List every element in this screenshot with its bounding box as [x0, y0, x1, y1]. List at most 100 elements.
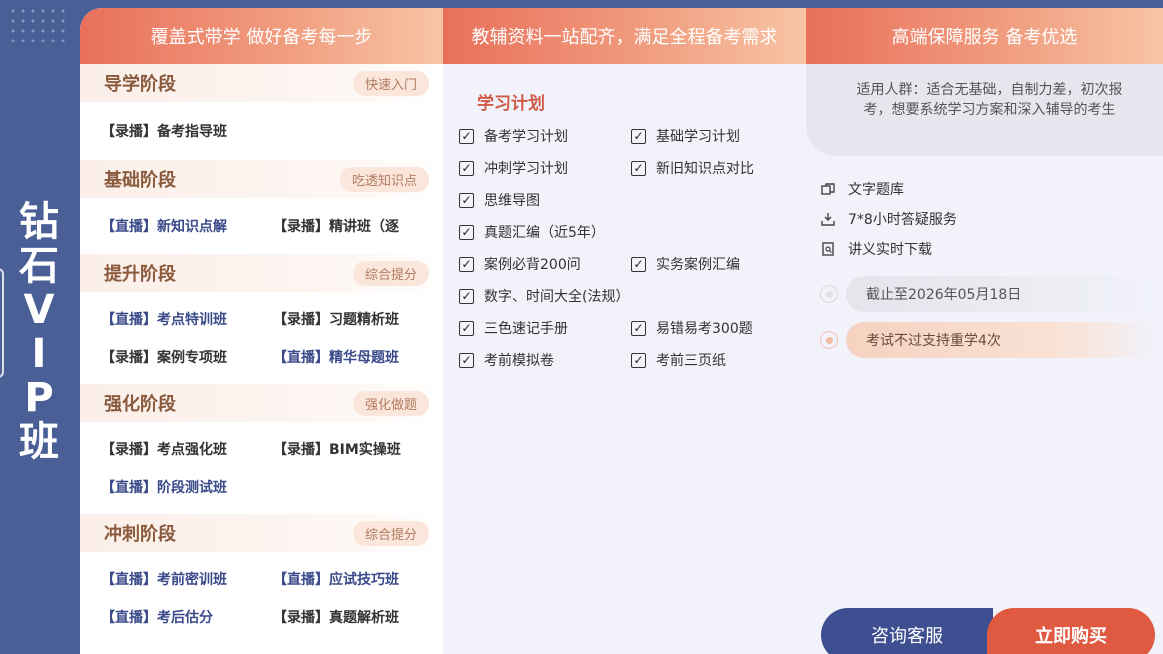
- checkbox-checked-icon: ✓: [459, 128, 474, 144]
- plan-item-empty: [631, 280, 803, 312]
- package-title-char: 钻: [19, 199, 59, 245]
- checkbox-checked-icon: ✓: [631, 256, 646, 272]
- plan-item-label: 三色速记手册: [484, 321, 568, 337]
- stage-name: 冲刺阶段: [104, 524, 176, 545]
- service-item: 文字题库: [820, 174, 957, 204]
- plan-item-empty: [631, 184, 803, 216]
- course-item[interactable]: 【直播】阶段测试班: [101, 468, 273, 506]
- plan-list: ✓ 备考学习计划 ✓ 基础学习计划 ✓ 冲刺学习计划 ✓ 新旧知识点对比 ✓ 思维导图 ✓…: [459, 120, 803, 376]
- stage-sprint: 冲刺阶段 综合提分 【直播】考前密训班 【直播】应试技巧班 【直播】考后估分 【…: [80, 514, 443, 636]
- course-item[interactable]: 【录播】备考指导班: [101, 112, 273, 150]
- course-item[interactable]: 【录播】考点强化班: [101, 430, 273, 468]
- plan-item: ✓ 易错易考300题: [631, 312, 803, 344]
- checkbox-checked-icon: ✓: [459, 352, 474, 368]
- service-item: 7*8小时答疑服务: [820, 204, 957, 234]
- radio-icon: [820, 331, 838, 349]
- guarantee-row: 考试不过支持重学4次: [820, 322, 1156, 358]
- package-title-char: I: [31, 331, 47, 377]
- course-item[interactable]: 【直播】精华母题班: [273, 338, 433, 376]
- plan-item: ✓ 数字、时间大全(法规）: [459, 280, 631, 312]
- plan-item-label: 考前三页纸: [656, 353, 726, 369]
- checkbox-checked-icon: ✓: [631, 128, 646, 144]
- services-column: 适用人群：适合无基础，自制力差，初次报考，想要系统学习方案和深入辅导的考生 文字…: [806, 64, 1163, 654]
- stage-name: 强化阶段: [104, 394, 176, 415]
- course-item[interactable]: 【直播】考前密训班: [101, 560, 273, 598]
- column-header-courses: 覆盖式带学 做好备考每一步: [80, 8, 443, 64]
- checkbox-checked-icon: ✓: [459, 224, 474, 240]
- plan-item: ✓ 三色速记手册: [459, 312, 631, 344]
- buy-now-button[interactable]: 立即购买: [987, 608, 1155, 654]
- package-title: 钻 石 V I P 班: [0, 200, 78, 464]
- package-title-char: 石: [19, 243, 59, 289]
- plan-item-label: 新旧知识点对比: [656, 161, 754, 177]
- checkbox-checked-icon: ✓: [631, 352, 646, 368]
- plan-item: ✓ 考前三页纸: [631, 344, 803, 376]
- stage-tag: 快速入门: [352, 70, 429, 96]
- plan-item-label: 基础学习计划: [656, 129, 740, 145]
- plan-item: ✓ 思维导图: [459, 184, 631, 216]
- course-item[interactable]: 【录播】案例专项班: [101, 338, 273, 376]
- plan-item-label: 真题汇编（近5年）: [484, 225, 605, 241]
- column-header-services: 高端保障服务 备考优选: [806, 8, 1163, 64]
- plan-item-empty: [631, 216, 803, 248]
- course-item[interactable]: 【录播】习题精析班: [273, 300, 433, 338]
- plan-item: ✓ 实务案例汇编: [631, 248, 803, 280]
- plan-item: ✓ 基础学习计划: [631, 120, 803, 152]
- plan-item-label: 备考学习计划: [484, 129, 568, 145]
- checkbox-checked-icon: ✓: [631, 320, 646, 336]
- plan-item: ✓ 新旧知识点对比: [631, 152, 803, 184]
- course-item[interactable]: 【录播】真题解析班: [273, 598, 433, 636]
- stage-tag: 综合提分: [352, 520, 429, 546]
- stage-header: 导学阶段 快速入门: [80, 64, 443, 102]
- service-list: 文字题库 7*8小时答疑服务 讲义实时下载: [820, 174, 957, 264]
- materials-column: 学习计划 ✓ 备考学习计划 ✓ 基础学习计划 ✓ 冲刺学习计划 ✓ 新旧知识点对比 ✓ 思…: [443, 64, 806, 654]
- stage-tag: 吃透知识点: [339, 166, 429, 192]
- decorative-dots: [8, 6, 68, 42]
- plan-item: ✓ 冲刺学习计划: [459, 152, 631, 184]
- plan-item-label: 案例必背200问: [484, 257, 581, 273]
- course-item[interactable]: 【录播】BIM实操班: [273, 430, 433, 468]
- stage-name: 基础阶段: [104, 170, 176, 191]
- service-label: 文字题库: [848, 182, 904, 198]
- plan-title-text: 学习计划: [477, 93, 545, 114]
- stage-tag: 强化做题: [352, 390, 429, 416]
- service-item: 讲义实时下载: [820, 234, 957, 264]
- document-icon: [820, 241, 836, 257]
- checkbox-checked-icon: ✓: [459, 160, 474, 176]
- stage-strengthen: 强化阶段 强化做题 【录播】考点强化班 【录播】BIM实操班 【直播】阶段测试班: [80, 384, 443, 514]
- stage-basic: 基础阶段 吃透知识点 【直播】新知识点解 【录播】精讲班（逐: [80, 160, 443, 254]
- plan-item-label: 考前模拟卷: [484, 353, 554, 369]
- plan-item: ✓ 考前模拟卷: [459, 344, 631, 376]
- plan-item-label: 思维导图: [484, 193, 540, 209]
- consult-button[interactable]: 咨询客服: [821, 608, 993, 654]
- plan-item-label: 数字、时间大全(法规）: [484, 289, 630, 305]
- guarantee-pill: 考试不过支持重学4次: [846, 322, 1156, 358]
- download-icon: [820, 211, 836, 227]
- stage-tag: 综合提分: [352, 260, 429, 286]
- radio-icon: [820, 285, 838, 303]
- deadline-row: 截止至2026年05月18日: [820, 276, 1156, 312]
- stage-header: 提升阶段 综合提分: [80, 254, 443, 292]
- checkbox-checked-icon: ✓: [459, 288, 474, 304]
- course-item[interactable]: 【直播】考点特训班: [101, 300, 273, 338]
- stage-header: 基础阶段 吃透知识点: [80, 160, 443, 198]
- course-item[interactable]: 【直播】新知识点解: [101, 207, 273, 245]
- copy-icon: [820, 181, 836, 197]
- course-item[interactable]: 【直播】考后估分: [101, 598, 273, 636]
- stage-header: 强化阶段 强化做题: [80, 384, 443, 422]
- plan-item-label: 实务案例汇编: [656, 257, 740, 273]
- plan-item-label: 易错易考300题: [656, 321, 753, 337]
- package-card: 覆盖式带学 做好备考每一步 教辅资料一站配齐，满足全程备考需求 高端保障服务 备…: [80, 8, 1163, 654]
- plan-item-label: 冲刺学习计划: [484, 161, 568, 177]
- plan-item: ✓ 案例必背200问: [459, 248, 631, 280]
- course-item[interactable]: 【直播】应试技巧班: [273, 560, 433, 598]
- package-title-char: P: [24, 375, 54, 421]
- stage-improve: 提升阶段 综合提分 【直播】考点特训班 【录播】习题精析班 【录播】案例专项班 …: [80, 254, 443, 384]
- package-title-char: V: [23, 287, 55, 333]
- service-label: 讲义实时下载: [848, 242, 932, 258]
- plan-item: ✓ 真题汇编（近5年）: [459, 216, 631, 248]
- course-item[interactable]: 【录播】精讲班（逐: [273, 207, 433, 245]
- course-stages-column: 导学阶段 快速入门 【录播】备考指导班 基础阶段 吃透知识点 【直播】新知识点解…: [80, 64, 443, 654]
- column-header-materials: 教辅资料一站配齐，满足全程备考需求: [443, 8, 806, 64]
- package-title-char: 班: [19, 419, 59, 465]
